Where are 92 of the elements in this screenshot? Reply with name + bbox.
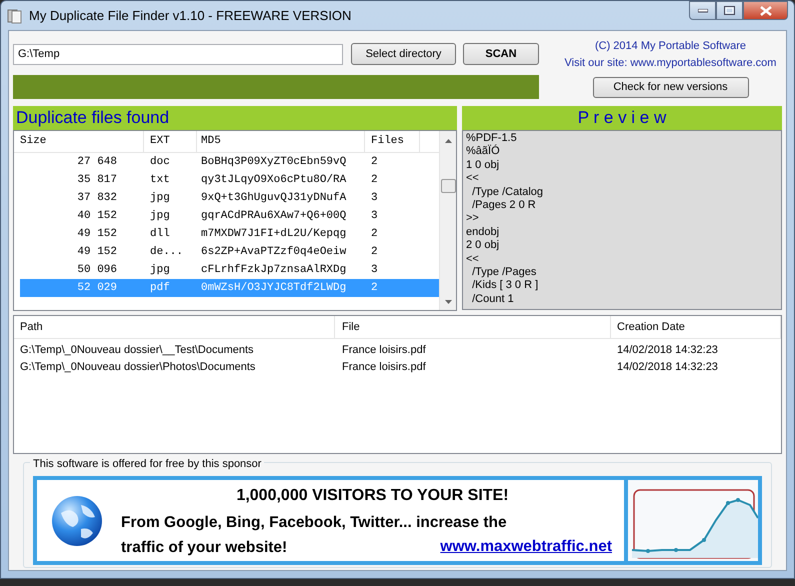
table-cell-text: 14/02/2018 14:32:23 (616, 360, 719, 376)
table-cell-text: 3 (370, 208, 379, 224)
check-versions-button[interactable]: Check for new versions (592, 77, 748, 98)
copyright-text: (C) 2014 My Portable Software (594, 39, 746, 54)
table-cell-text: 40 152 (76, 208, 118, 224)
table-cell-text: dll (149, 226, 171, 242)
table-cell-text: cFLrhfFzkJp7znsaAlRXDg (200, 262, 348, 278)
table-cell-text: jpg (149, 208, 171, 224)
app-icon (7, 8, 23, 24)
maximize-icon (724, 6, 735, 15)
close-button[interactable] (743, 1, 788, 20)
column-header[interactable]: Creation Date (611, 316, 781, 338)
table-row[interactable]: 37 832 jpg 9xQ+t3GhUguvQJ31yDNufA 3 (14, 189, 439, 207)
table-cell-text: jpg (149, 262, 171, 278)
scroll-down-icon[interactable] (444, 300, 452, 304)
sponsor-label: This software is offered for free by this sponsor (30, 456, 264, 472)
table-cell-text: m7MXDW7J1FI+dL2U/Kepqg (200, 226, 348, 242)
directory-field[interactable]: G:\Temp (13, 44, 343, 64)
table-cell-text: 50 096 (76, 262, 118, 278)
table-cell-text: 27 648 (76, 154, 118, 170)
column-header[interactable]: MD5 (197, 131, 365, 152)
website-text: Visit our site: www.myportablesoftware.com (564, 56, 776, 71)
scroll-thumb[interactable] (440, 179, 456, 193)
ad-link[interactable]: www.maxwebtraffic.net (440, 535, 612, 558)
table-cell-text: 2 (370, 244, 379, 260)
table-cell-text: 9xQ+t3GhUguvQJ31yDNufA (200, 190, 348, 206)
table-cell-text: 14/02/2018 14:32:23 (616, 343, 719, 358)
table-cell-text: BoBHq3P09XyZT0cEbn59vQ (200, 154, 348, 170)
table-cell-text: France loisirs.pdf (341, 360, 427, 376)
scan-button[interactable]: SCAN (463, 43, 539, 65)
preview-line: /Type /Catalog (471, 186, 544, 200)
table-cell-text: G:\Temp\_0Nouveau dossier\__Test\Documents (19, 343, 255, 358)
table-row[interactable]: 49 152 dll m7MXDW7J1FI+dL2U/Kepqg 2 (14, 225, 439, 243)
table-cell-text: 49 152 (76, 226, 118, 242)
preview-line: << (466, 172, 480, 186)
table-cell-text: 52 029 (76, 280, 118, 296)
column-header[interactable]: Path (14, 316, 335, 338)
table-row[interactable]: 35 817 txt qy3tJLqyO9Xo6cPtu8O/RA 2 (14, 171, 439, 189)
ad-text: From Google, Bing, Facebook, Twitter... increase the (121, 513, 507, 533)
minimize-button[interactable] (689, 1, 716, 20)
table-cell-text: de... (149, 244, 184, 260)
preview-line: /Type /Pages (471, 266, 538, 280)
preview-line: 2 0 obj (466, 239, 500, 253)
column-header[interactable]: Files (365, 131, 420, 152)
panel-title: Duplicate files found (13, 106, 457, 130)
column-header[interactable]: File (335, 316, 611, 338)
table-cell-text: qy3tJLqyO9Xo6cPtu8O/RA (200, 172, 348, 188)
table-cell-text: doc (149, 154, 171, 170)
preview-line: %PDF-1.5 (466, 132, 518, 144)
preview-line: 1 0 obj (466, 158, 500, 172)
column-header[interactable]: EXT (144, 131, 197, 152)
table-cell-text: 2 (370, 154, 379, 170)
table-cell-text: 49 152 (76, 244, 118, 260)
close-icon (760, 6, 772, 16)
table-row[interactable]: 49 152 de... 6s2ZP+AvaPTZzf0q4eOeiw 2 (14, 243, 439, 261)
table-cell-text: 6s2ZP+AvaPTZzf0q4eOeiw (200, 244, 348, 260)
table-cell-text: G:\Temp\_0Nouveau dossier\Photos\Documents (19, 360, 256, 376)
window-title: My Duplicate File Finder v1.10 - FREEWARE VERSION (29, 6, 352, 25)
table-cell-text: 35 817 (76, 172, 118, 188)
column-header[interactable]: Size (14, 131, 144, 152)
scrollbar[interactable] (439, 131, 456, 310)
table-cell-text: 3 (370, 262, 379, 278)
scroll-up-icon[interactable] (444, 139, 452, 143)
globe-icon (51, 494, 103, 546)
table-cell-text: 2 (370, 280, 379, 296)
table-row[interactable]: 50 096 jpg cFLrhfFzkJp7znsaAlRXDg 3 (14, 261, 439, 279)
preview-line: >> (466, 212, 480, 226)
table-cell-text: txt (149, 172, 171, 188)
ad-banner[interactable]: 1,000,000 VISITORS TO YOUR SITE! From Google, Bing, Facebook, Twitter... increase the traffic of your website! www.maxwebtraffic.net (33, 476, 762, 565)
table-cell-text: jpg (149, 190, 171, 206)
ad-headline: 1,000,000 VISITORS TO YOUR SITE! (235, 486, 510, 506)
preview-line: << (466, 252, 480, 266)
table-cell-text: pdf (149, 280, 171, 296)
select-directory-button[interactable]: Select directory (351, 43, 456, 65)
preview-line: /Kids [ 3 0 R ] (471, 279, 540, 293)
table-cell-text: 2 (370, 172, 379, 188)
preview-line: /Pages 2 0 R (471, 199, 537, 212)
preview-title: P r e v i e w (462, 106, 782, 130)
table-row[interactable]: 40 152 jpg gqrACdPRAu6XAw7+Q6+00Q 3 (14, 207, 439, 225)
table-cell-text: France loisirs.pdf (341, 343, 427, 358)
table-cell-text: 0mWZsH/O3JYJC8Tdf2LWDg (200, 280, 348, 296)
table-row[interactable]: 27 648 doc BoBHq3P09XyZT0cEbn59vQ 2 (14, 153, 439, 171)
table-cell-text: 3 (370, 190, 379, 206)
table-cell-text: gqrACdPRAu6XAw7+Q6+00Q (200, 208, 348, 224)
maximize-button[interactable] (716, 1, 743, 20)
ad-text: traffic of your website! (121, 538, 288, 558)
preview-line: endobj (466, 226, 500, 240)
table-cell-text: 37 832 (76, 190, 118, 206)
preview-line: /Count 1 (471, 292, 515, 306)
table-cell-text: 2 (370, 226, 379, 242)
minimize-icon (698, 8, 708, 12)
preview-line: %âãÏÓ (466, 145, 501, 159)
